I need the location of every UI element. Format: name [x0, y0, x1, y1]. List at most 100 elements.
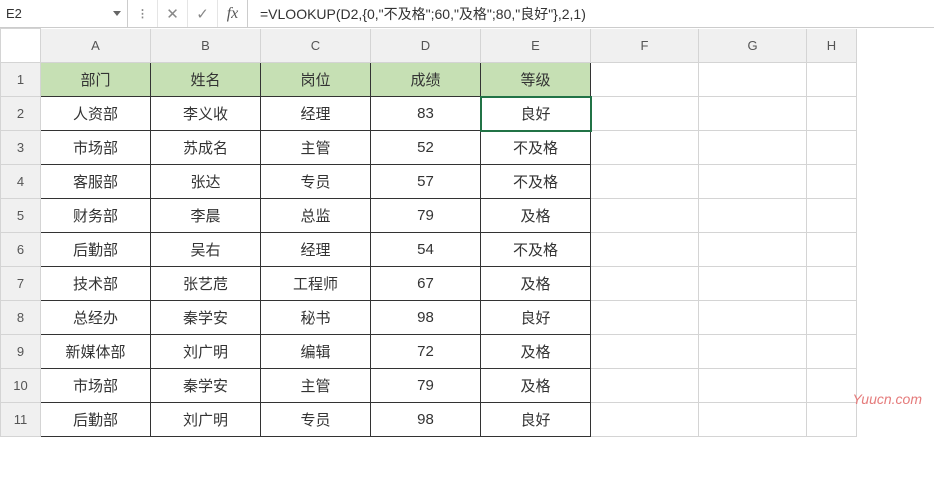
- cell[interactable]: 等级: [481, 63, 591, 97]
- cell[interactable]: [699, 97, 807, 131]
- row-header[interactable]: 5: [1, 199, 41, 233]
- cell[interactable]: 市场部: [41, 369, 151, 403]
- col-header-E[interactable]: E: [481, 29, 591, 63]
- cell[interactable]: 张艺苊: [151, 267, 261, 301]
- col-header-B[interactable]: B: [151, 29, 261, 63]
- cell[interactable]: 秦学安: [151, 369, 261, 403]
- cell[interactable]: 经理: [261, 97, 371, 131]
- cell[interactable]: 83: [371, 97, 481, 131]
- cell[interactable]: [807, 301, 857, 335]
- cell[interactable]: [807, 97, 857, 131]
- cell-active[interactable]: 良好: [481, 97, 591, 131]
- cell[interactable]: 新媒体部: [41, 335, 151, 369]
- cell[interactable]: [807, 199, 857, 233]
- cell[interactable]: 部门: [41, 63, 151, 97]
- cell[interactable]: 98: [371, 301, 481, 335]
- row-header[interactable]: 6: [1, 233, 41, 267]
- row-header[interactable]: 9: [1, 335, 41, 369]
- cell[interactable]: 及格: [481, 267, 591, 301]
- cell[interactable]: 刘广明: [151, 335, 261, 369]
- cell[interactable]: 不及格: [481, 131, 591, 165]
- cell[interactable]: [699, 165, 807, 199]
- cell[interactable]: [807, 369, 857, 403]
- row-header[interactable]: 3: [1, 131, 41, 165]
- cell[interactable]: 客服部: [41, 165, 151, 199]
- cell[interactable]: 李晨: [151, 199, 261, 233]
- row-header[interactable]: 7: [1, 267, 41, 301]
- cell[interactable]: 总监: [261, 199, 371, 233]
- accept-icon[interactable]: ✓: [188, 0, 218, 27]
- cell[interactable]: 市场部: [41, 131, 151, 165]
- history-icon[interactable]: ⁝: [128, 0, 158, 27]
- cell[interactable]: 财务部: [41, 199, 151, 233]
- cell[interactable]: [591, 199, 699, 233]
- col-header-C[interactable]: C: [261, 29, 371, 63]
- cell[interactable]: [807, 233, 857, 267]
- cell[interactable]: 工程师: [261, 267, 371, 301]
- cell[interactable]: [699, 369, 807, 403]
- cell[interactable]: 及格: [481, 369, 591, 403]
- cell[interactable]: [807, 165, 857, 199]
- row-header[interactable]: 1: [1, 63, 41, 97]
- cell[interactable]: 后勤部: [41, 403, 151, 437]
- row-header[interactable]: 11: [1, 403, 41, 437]
- row-header[interactable]: 2: [1, 97, 41, 131]
- cell[interactable]: [591, 131, 699, 165]
- cell[interactable]: 秦学安: [151, 301, 261, 335]
- cell[interactable]: 专员: [261, 165, 371, 199]
- cell[interactable]: [807, 63, 857, 97]
- cell[interactable]: 67: [371, 267, 481, 301]
- formula-input[interactable]: =VLOOKUP(D2,{0,"不及格";60,"及格";80,"良好"},2,…: [248, 0, 934, 27]
- chevron-down-icon[interactable]: [113, 11, 121, 16]
- cell[interactable]: 李义收: [151, 97, 261, 131]
- cell[interactable]: [591, 97, 699, 131]
- col-header-D[interactable]: D: [371, 29, 481, 63]
- cell[interactable]: 主管: [261, 369, 371, 403]
- cell[interactable]: 57: [371, 165, 481, 199]
- cell[interactable]: 后勤部: [41, 233, 151, 267]
- cell[interactable]: [591, 267, 699, 301]
- cell[interactable]: [699, 301, 807, 335]
- col-header-F[interactable]: F: [591, 29, 699, 63]
- name-box[interactable]: E2: [0, 0, 128, 27]
- cell[interactable]: 52: [371, 131, 481, 165]
- cell[interactable]: [699, 131, 807, 165]
- cell[interactable]: [591, 369, 699, 403]
- cell[interactable]: [699, 233, 807, 267]
- row-header[interactable]: 10: [1, 369, 41, 403]
- cell[interactable]: 不及格: [481, 233, 591, 267]
- cell[interactable]: 岗位: [261, 63, 371, 97]
- cell[interactable]: [699, 335, 807, 369]
- cell[interactable]: [591, 233, 699, 267]
- col-header-H[interactable]: H: [807, 29, 857, 63]
- cell[interactable]: 张达: [151, 165, 261, 199]
- fx-icon[interactable]: fx: [218, 0, 248, 27]
- row-header[interactable]: 8: [1, 301, 41, 335]
- cell[interactable]: [699, 403, 807, 437]
- cell[interactable]: 72: [371, 335, 481, 369]
- cell[interactable]: 吴右: [151, 233, 261, 267]
- cancel-icon[interactable]: ✕: [158, 0, 188, 27]
- cell[interactable]: 姓名: [151, 63, 261, 97]
- cell[interactable]: [591, 335, 699, 369]
- col-header-G[interactable]: G: [699, 29, 807, 63]
- cell[interactable]: 及格: [481, 199, 591, 233]
- cell[interactable]: 刘广明: [151, 403, 261, 437]
- cell[interactable]: [699, 267, 807, 301]
- select-all-corner[interactable]: [1, 29, 41, 63]
- cell[interactable]: 79: [371, 369, 481, 403]
- col-header-A[interactable]: A: [41, 29, 151, 63]
- cell[interactable]: 专员: [261, 403, 371, 437]
- row-header[interactable]: 4: [1, 165, 41, 199]
- cell[interactable]: [807, 267, 857, 301]
- cell[interactable]: [591, 165, 699, 199]
- cell[interactable]: 经理: [261, 233, 371, 267]
- cell[interactable]: 秘书: [261, 301, 371, 335]
- cell[interactable]: [699, 199, 807, 233]
- cell[interactable]: 及格: [481, 335, 591, 369]
- cell[interactable]: [807, 403, 857, 437]
- cell[interactable]: 良好: [481, 403, 591, 437]
- cell[interactable]: 人资部: [41, 97, 151, 131]
- cell[interactable]: [591, 301, 699, 335]
- cell[interactable]: [591, 403, 699, 437]
